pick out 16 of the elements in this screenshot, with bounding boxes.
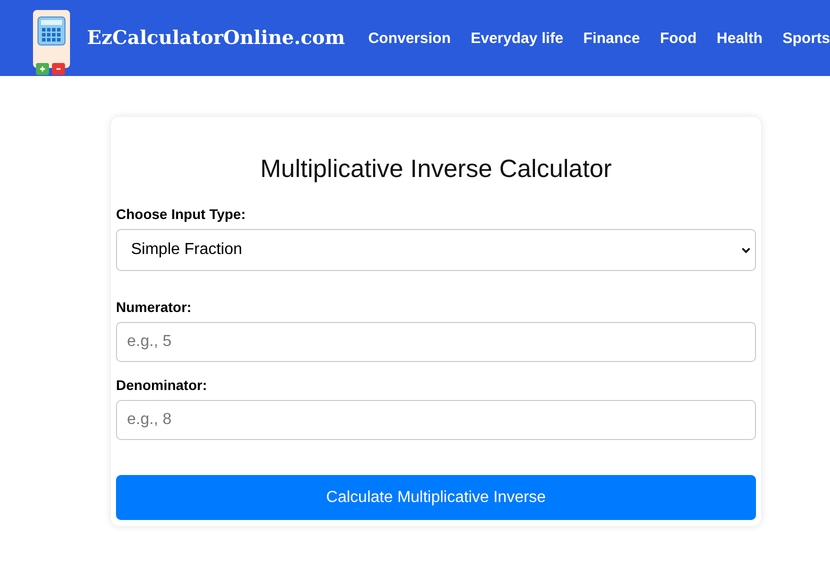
field-label: Denominator: — [116, 377, 207, 393]
nav-link[interactable]: Health — [716, 30, 762, 46]
nav-link[interactable]: Finance — [583, 30, 640, 46]
nav-link[interactable]: Conversion — [368, 30, 451, 46]
site-title[interactable]: EzCalculatorOnline.com — [87, 27, 345, 49]
nav-link[interactable]: Sports — [782, 30, 830, 46]
number-input-field[interactable]: e.g., 5 — [116, 322, 756, 362]
nav-link[interactable]: Food — [660, 30, 697, 46]
number-input-field[interactable]: e.g., 8 — [116, 400, 756, 440]
calculator-title: Multiplicative Inverse Calculator — [259, 155, 613, 184]
field-label: Numerator: — [116, 299, 192, 315]
calculate-button[interactable]: Calculate Multiplicative Inverse — [116, 475, 756, 520]
calculator-logo-icon — [32, 9, 72, 75]
nav-link[interactable]: Everyday life — [470, 30, 564, 46]
input-type-select[interactable]: Simple Fraction — [116, 229, 756, 271]
input-type-label: Choose Input Type: — [116, 206, 246, 222]
